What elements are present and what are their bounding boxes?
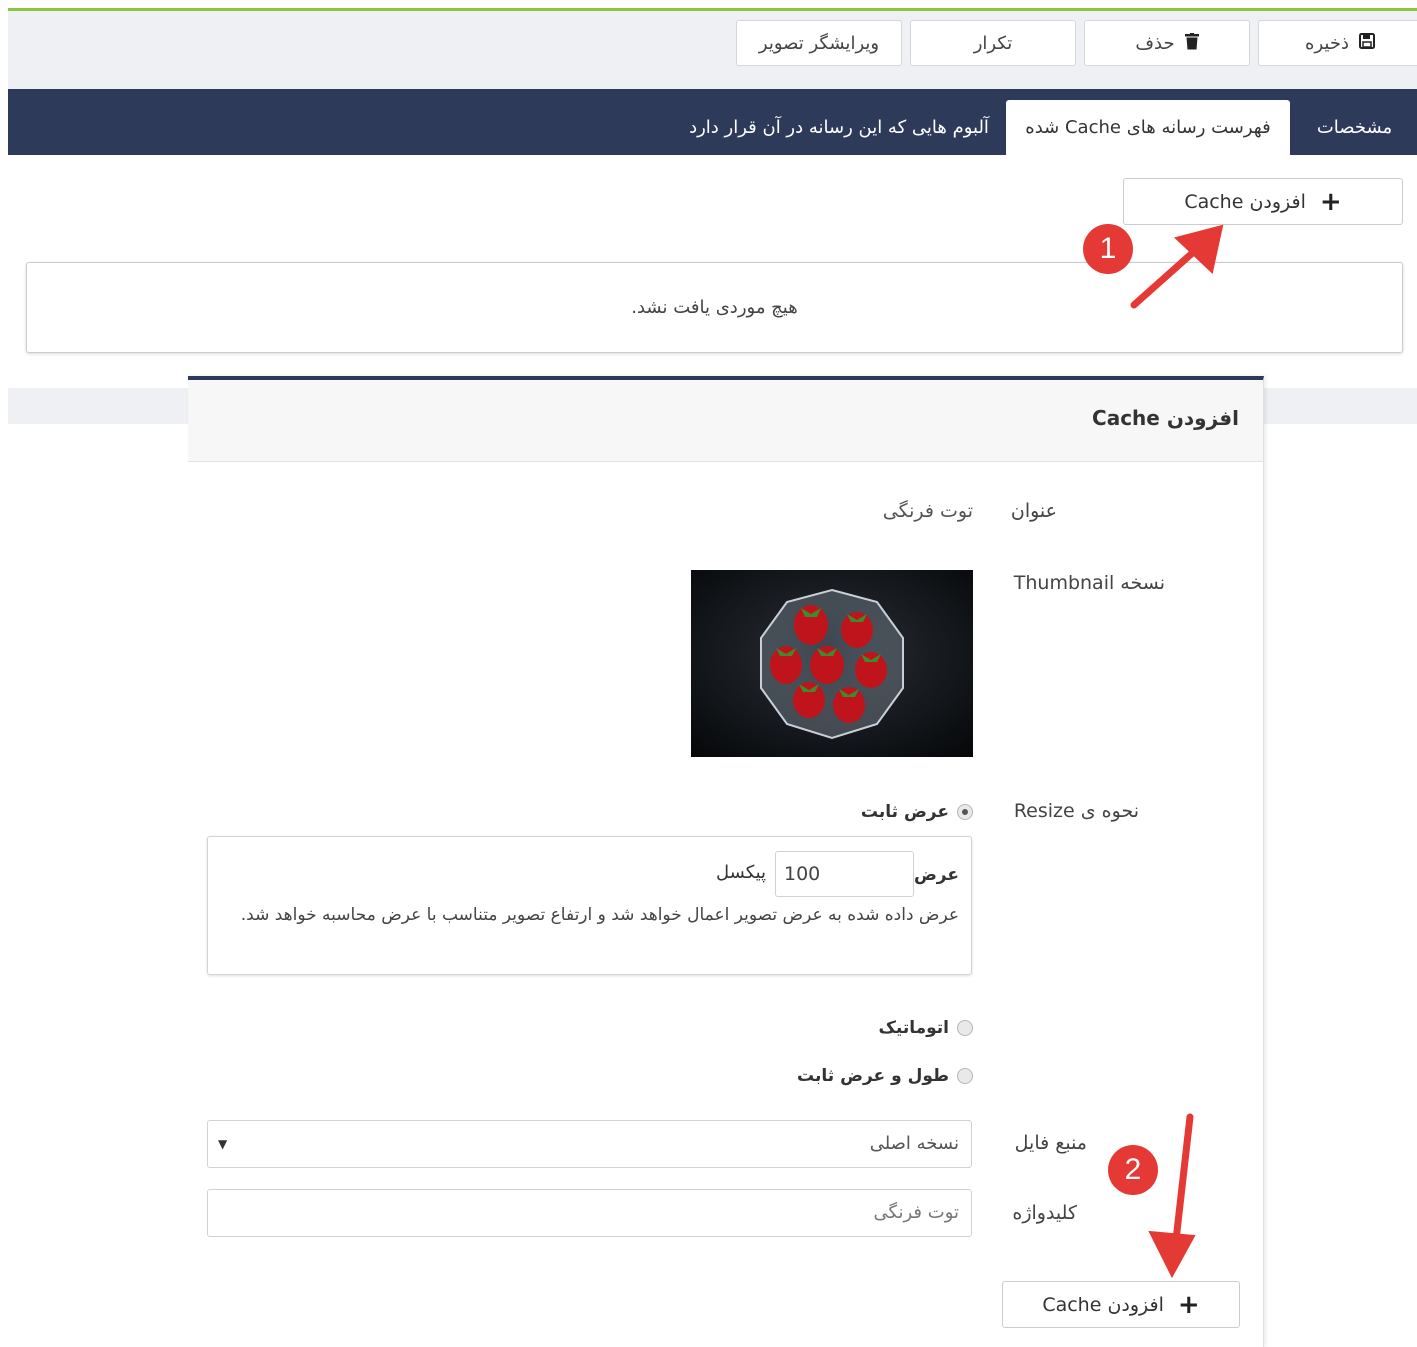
- plus-icon: +: [1319, 186, 1342, 217]
- tab-cached-media[interactable]: فهرست رسانه های Cache شده: [1006, 100, 1290, 155]
- tab-label: مشخصات: [1316, 117, 1393, 138]
- cache-list-empty-state: هیچ موردی یافت نشد.: [26, 262, 1403, 353]
- dialog-header: افزودن Cache: [188, 380, 1263, 462]
- keyword-input[interactable]: توت فرنگی: [207, 1189, 972, 1237]
- radio-selected-icon: [957, 804, 973, 820]
- duplicate-button-label: تکرار: [973, 32, 1013, 54]
- resize-mode-label: نحوه ی Resize: [1013, 800, 1139, 822]
- annotation-badge-1: 1: [1083, 224, 1133, 274]
- trash-icon: [1184, 32, 1199, 54]
- image-editor-button[interactable]: ویرایشگر تصویر: [736, 20, 902, 66]
- radio-label: عرض ثابت: [860, 802, 949, 822]
- delete-button-label: حذف: [1135, 32, 1175, 54]
- annotation-badge-2: 2: [1108, 1145, 1158, 1195]
- image-editor-button-label: ویرایشگر تصویر: [758, 32, 880, 54]
- add-cache-dialog: افزودن Cache عنوان توت فرنگی نسخه Thumbn…: [188, 376, 1264, 1347]
- keyword-placeholder: توت فرنگی: [873, 1202, 959, 1223]
- radio-fixed-width-height[interactable]: طول و عرض ثابت: [797, 1066, 973, 1086]
- file-source-value: نسخه اصلی: [869, 1133, 959, 1154]
- width-help-text: عرض داده شده به عرض تصویر اعمال خواهد شد…: [240, 905, 959, 925]
- toolbar: ذخیره حذف تکرار ویرایشگر تصویر: [8, 11, 1417, 89]
- delete-button[interactable]: حذف: [1084, 20, 1250, 66]
- title-value: توت فرنگی: [882, 500, 973, 522]
- add-cache-button[interactable]: + افزودن Cache: [1123, 178, 1403, 225]
- tab-albums[interactable]: آلبوم هایی که این رسانه در آن قرار دارد: [676, 100, 1002, 155]
- tab-specifications[interactable]: مشخصات: [1292, 100, 1417, 155]
- save-button[interactable]: ذخیره: [1258, 20, 1417, 66]
- add-cache-button-label: افزودن Cache: [1184, 190, 1306, 213]
- radio-label: طول و عرض ثابت: [797, 1066, 949, 1086]
- floppy-disk-icon: [1358, 33, 1375, 53]
- keyword-label: کلیدواژه: [1012, 1202, 1077, 1224]
- tab-label: فهرست رسانه های Cache شده: [1025, 117, 1271, 138]
- plus-icon: +: [1177, 1289, 1200, 1320]
- radio-automatic[interactable]: اتوماتیک: [878, 1018, 973, 1038]
- empty-message: هیچ موردی یافت نشد.: [631, 297, 798, 318]
- tabs-bar: مشخصات فهرست رسانه های Cache شده آلبوم ه…: [8, 89, 1417, 155]
- thumbnail-label: نسخه Thumbnail: [1013, 572, 1165, 594]
- submit-add-cache-button[interactable]: + افزودن Cache: [1002, 1281, 1240, 1328]
- radio-unselected-icon: [957, 1020, 973, 1036]
- width-input[interactable]: 100: [775, 851, 914, 897]
- width-unit: پیکسل: [716, 862, 767, 883]
- fixed-width-settings: عرض 100 پیکسل عرض داده شده به عرض تصویر …: [207, 836, 972, 975]
- dialog-title: افزودن Cache: [1092, 406, 1239, 430]
- duplicate-button[interactable]: تکرار: [910, 20, 1076, 66]
- tab-label: آلبوم هایی که این رسانه در آن قرار دارد: [689, 117, 989, 138]
- radio-unselected-icon: [957, 1068, 973, 1084]
- file-source-label: منبع فایل: [1014, 1132, 1087, 1154]
- submit-button-label: افزودن Cache: [1042, 1293, 1164, 1316]
- title-label: عنوان: [1010, 500, 1057, 522]
- radio-fixed-width[interactable]: عرض ثابت: [861, 802, 973, 822]
- radio-label: اتوماتیک: [878, 1018, 949, 1038]
- width-label: عرض: [913, 865, 959, 885]
- file-source-select[interactable]: نسخه اصلی ▼: [207, 1120, 972, 1168]
- chevron-down-icon: ▼: [218, 1137, 228, 1151]
- save-button-label: ذخیره: [1305, 32, 1349, 54]
- strawberry-thumbnail-image: [691, 570, 973, 757]
